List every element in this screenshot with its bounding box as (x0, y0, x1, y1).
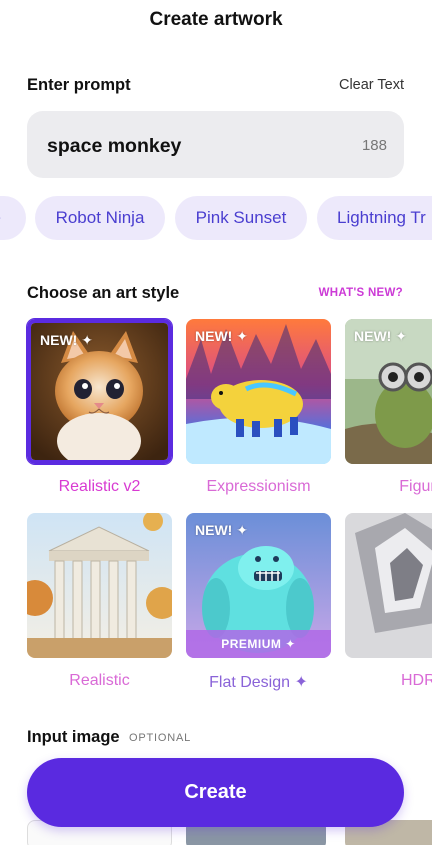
new-badge: NEW! ✦ (195, 522, 248, 538)
clear-text-button[interactable]: Clear Text (339, 77, 404, 93)
temple-thumbnail (27, 513, 172, 658)
page-title: Create artwork (149, 9, 283, 30)
new-badge: NEW! ✦ (354, 328, 407, 344)
new-badge: NEW! ✦ (40, 332, 93, 348)
prompt-value: space monkey (47, 135, 182, 157)
style-card-realistic-v2[interactable]: NEW! ✦ (27, 319, 172, 464)
style-label-figure: Figur (399, 478, 432, 495)
input-image-label: Input image (27, 728, 120, 746)
whats-new-link[interactable]: WHAT'S NEW? (319, 287, 403, 299)
style-card-realistic[interactable] (27, 513, 172, 658)
new-badge: NEW! ✦ (195, 328, 248, 344)
style-label-expressionism: Expressionism (206, 478, 311, 495)
style-card-expressionism[interactable]: NEW! ✦ (186, 319, 331, 464)
style-label-flat-design: Flat Design ✦ (209, 674, 308, 691)
prompt-input[interactable]: space monkey 188 (27, 111, 404, 178)
premium-badge: PREMIUM ✦ (186, 630, 331, 658)
optional-tag: OPTIONAL (129, 732, 192, 744)
create-button[interactable]: Create (27, 758, 404, 827)
suggestion-chip[interactable]: Robot Ninja (35, 196, 165, 240)
suggestion-chip[interactable]: e (0, 196, 26, 240)
suggestion-chip[interactable]: Pink Sunset (175, 196, 307, 240)
hdr-thumbnail (345, 513, 432, 658)
art-style-label: Choose an art style (27, 284, 180, 302)
style-card-flat-design[interactable]: NEW! ✦ PREMIUM ✦ (186, 513, 331, 658)
style-label-realistic-v2: Realistic v2 (58, 478, 141, 495)
style-card-hdr[interactable] (345, 513, 432, 658)
style-card-figure[interactable]: NEW! ✦ (345, 319, 432, 464)
prompt-label: Enter prompt (27, 76, 131, 94)
suggestion-chips: e Robot Ninja Pink Sunset Lightning Tr (0, 196, 432, 240)
style-label-hdr: HDR (401, 672, 432, 689)
style-label-realistic: Realistic (69, 672, 130, 689)
char-count: 188 (361, 137, 387, 154)
suggestion-chip[interactable]: Lightning Tr (317, 196, 432, 240)
